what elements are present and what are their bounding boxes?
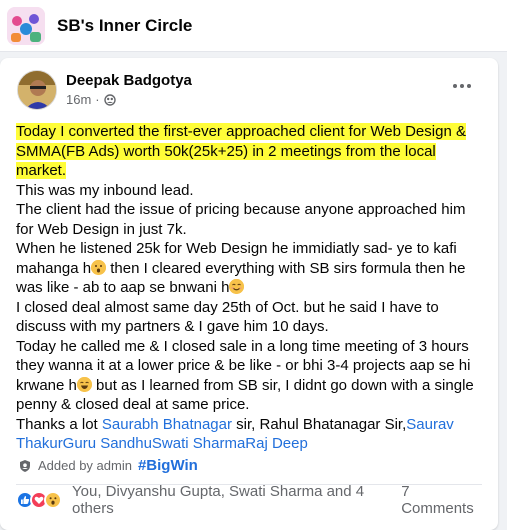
- post-time-text: 16m: [66, 92, 92, 107]
- thanks-paragraph: Thanks a lot Saurabh Bhatnagar sir, Rahu…: [16, 415, 484, 454]
- group-avatar[interactable]: [7, 6, 45, 45]
- mention-link[interactable]: Saurabh Bhatnagar: [102, 416, 232, 433]
- post-paragraph: Today he called me & I closed sale in a …: [16, 337, 484, 415]
- surprised-emoji-icon: [91, 259, 107, 275]
- author-avatar[interactable]: [17, 70, 57, 110]
- author-name[interactable]: Deepak Badgotya: [66, 71, 192, 91]
- post-line: This was my inbound lead.: [16, 181, 194, 199]
- thanks-prefix: Thanks a lot: [16, 415, 102, 433]
- added-by-row: Added by admin #BigWin: [18, 457, 198, 474]
- ellipsis-icon: [453, 84, 471, 88]
- post-timestamp[interactable]: 16m ·: [66, 92, 192, 107]
- admin-badge-icon: [20, 459, 30, 472]
- smile-emoji-icon: [229, 279, 245, 294]
- hashtag-link[interactable]: #BigWin: [138, 457, 198, 474]
- wow-reaction-icon: [44, 491, 62, 509]
- comments-count[interactable]: 7 Comments: [401, 483, 484, 517]
- reactors-text[interactable]: You, Divyanshu Gupta, Swati Sharma and 4…: [72, 483, 401, 517]
- group-illustration-icon: [7, 6, 45, 45]
- more-options-icon[interactable]: [450, 76, 474, 96]
- post-line: The client had the issue of pricing beca…: [16, 201, 466, 238]
- highlighted-text: Today I converted the first-ever approac…: [16, 123, 466, 179]
- reaction-icons[interactable]: [16, 491, 62, 509]
- globe-group-icon: [103, 93, 116, 106]
- author-photo-icon: [18, 71, 56, 109]
- group-name[interactable]: SB's Inner Circle: [57, 16, 192, 36]
- post-author-row: Deepak Badgotya 16m ·: [17, 70, 192, 110]
- reactions-row: You, Divyanshu Gupta, Swati Sharma and 4…: [16, 483, 484, 517]
- thanks-middle: sir, Rahul Bhatanagar Sir,: [232, 415, 407, 433]
- post-paragraph: When he listened 25k for Web Design he i…: [16, 239, 484, 298]
- post-text: Today I converted the first-ever approac…: [16, 122, 484, 454]
- group-header: SB's Inner Circle: [0, 0, 507, 52]
- time-separator: ·: [95, 92, 100, 107]
- post-card: Deepak Badgotya 16m · Today I converted …: [0, 58, 498, 530]
- grin-emoji-icon: [76, 376, 92, 392]
- added-by-text: Added by admin: [38, 458, 132, 473]
- post-line: I closed deal almost same day 25th of Oc…: [16, 298, 439, 336]
